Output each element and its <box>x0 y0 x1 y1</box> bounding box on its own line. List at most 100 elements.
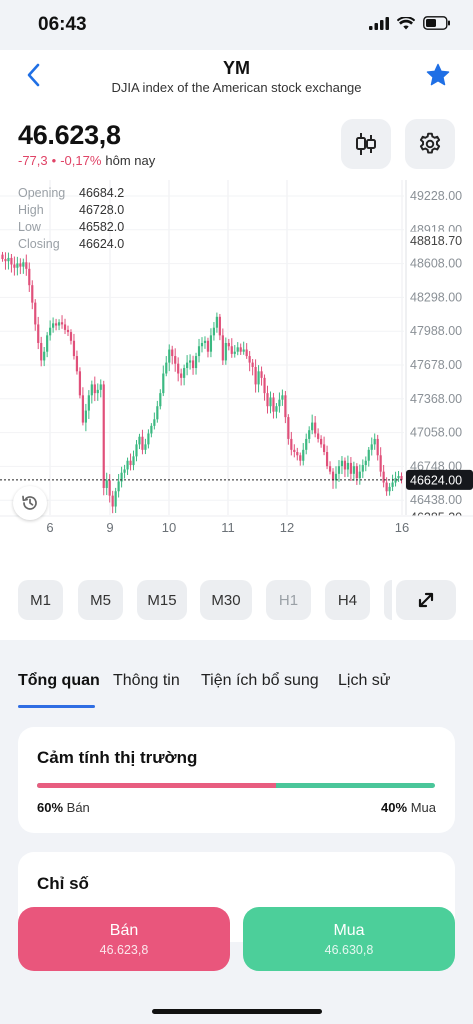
candle-body <box>236 347 239 352</box>
candle-body <box>287 417 290 439</box>
tab-overview[interactable]: Tổng quan <box>18 672 100 690</box>
candle-body <box>69 332 73 341</box>
timeframe-h4[interactable]: H4 <box>325 580 370 620</box>
candle-body <box>72 340 76 357</box>
candle-body <box>90 384 93 396</box>
buy-button[interactable]: Mua 46.630,8 <box>243 907 455 971</box>
candle-body <box>305 438 308 450</box>
sell-button[interactable]: Bán 46.623,8 <box>18 907 230 971</box>
page-subtitle: DJIA index of the American stock exchang… <box>111 80 362 95</box>
fullscreen-button[interactable] <box>396 580 456 620</box>
candle-body <box>108 480 111 496</box>
y-tick-label: 48608.00 <box>410 257 462 271</box>
reset-view-button[interactable] <box>13 486 47 520</box>
candle-body <box>257 371 260 385</box>
candle-body <box>334 473 338 481</box>
candle-body <box>16 263 19 268</box>
buy-pct-label: Mua <box>410 800 436 815</box>
timeframe-m30[interactable]: M30 <box>200 580 252 620</box>
sentiment-sell-fill <box>37 783 276 788</box>
ohlc-value: 46624.0 <box>79 237 125 251</box>
candle-body <box>227 342 230 347</box>
candle-body <box>385 482 388 492</box>
candle-body <box>203 340 207 343</box>
candle-body <box>263 377 266 394</box>
y-tick-label: 47988.00 <box>410 324 462 338</box>
candle-body <box>105 480 108 488</box>
candle-body <box>278 399 281 407</box>
settings-button[interactable] <box>405 119 455 169</box>
candle-body <box>60 322 64 325</box>
candle-body <box>373 438 376 445</box>
ohlc-label: Low <box>18 220 41 234</box>
status-time: 06:43 <box>38 14 87 35</box>
candle-body <box>78 371 82 396</box>
candle-body <box>352 466 355 474</box>
status-icons <box>369 15 451 35</box>
candle-body <box>144 444 147 450</box>
ohlc-value: 46684.2 <box>79 186 125 200</box>
candle-body <box>251 362 254 367</box>
candle-body <box>221 335 224 361</box>
candle-body <box>171 349 174 357</box>
star-icon <box>426 63 450 86</box>
candle-body <box>150 425 153 434</box>
change-value: -77,3 <box>18 153 48 168</box>
candle-body <box>322 444 326 453</box>
page-title: YM <box>223 58 250 78</box>
indicators-title: Chỉ số <box>37 874 89 893</box>
buy-label: Mua <box>333 921 365 939</box>
gear-icon <box>419 132 441 154</box>
candle-body <box>275 406 278 412</box>
candle-body <box>96 389 99 394</box>
candle-body <box>177 363 180 374</box>
tab-history[interactable]: Lịch sử <box>338 672 391 690</box>
status-bar: 06:43 <box>0 0 473 50</box>
timeframe-m1[interactable]: M1 <box>18 580 63 620</box>
x-tick-label: 12 <box>280 520 294 535</box>
y-tick-label: 47678.00 <box>410 358 462 372</box>
ohlc-value: 46582.0 <box>79 220 125 234</box>
candle-body <box>281 395 284 400</box>
candle-body <box>370 444 373 450</box>
timeframe-h1[interactable]: H1 <box>266 580 311 620</box>
candle-body <box>364 460 367 466</box>
tab-info[interactable]: Thông tin <box>113 672 180 690</box>
change-percent: -0,17% <box>60 153 102 168</box>
candle-body <box>308 430 311 439</box>
candle-body <box>245 349 248 357</box>
x-tick-label: 6 <box>46 520 53 535</box>
active-tab-indicator <box>18 705 95 708</box>
candle-body <box>43 351 46 361</box>
detail-tabs: Tổng quan Thông tin Tiện ích bổ sung Lịc… <box>0 672 473 708</box>
candle-body <box>290 438 293 450</box>
candle-body <box>46 335 49 352</box>
chart-type-button[interactable] <box>341 119 391 169</box>
candle-body <box>317 433 320 439</box>
candle-body <box>165 362 168 374</box>
tab-add-ons[interactable]: Tiện ích bổ sung <box>201 672 319 690</box>
candle-body <box>242 349 245 352</box>
timeframe-m15[interactable]: M15 <box>137 580 187 620</box>
candle-body <box>367 449 370 461</box>
timeframe-m5[interactable]: M5 <box>78 580 123 620</box>
candle-body <box>331 471 335 481</box>
candle-body <box>75 356 79 372</box>
change-period: hôm nay <box>105 153 156 168</box>
sell-label: Bán <box>109 921 139 939</box>
candle-body <box>209 335 213 352</box>
candle-body <box>239 347 242 352</box>
candle-body <box>153 419 156 426</box>
ohlc-row: Low 46582.0 <box>18 219 124 236</box>
ohlc-row: Closing 46624.0 <box>18 236 124 253</box>
favorite-button[interactable] <box>425 62 451 93</box>
candle-body <box>114 491 117 507</box>
candle-body <box>13 264 16 268</box>
candle-body <box>84 410 87 423</box>
candle-body <box>200 342 204 347</box>
sell-percentage: 60% Bán <box>37 800 90 815</box>
candle-body <box>34 302 37 325</box>
ohlc-legend: Opening 46684.2 High 46728.0 Low 46582.0 Cl… <box>18 185 124 253</box>
candle-body <box>337 466 341 474</box>
candle-body <box>320 438 323 445</box>
